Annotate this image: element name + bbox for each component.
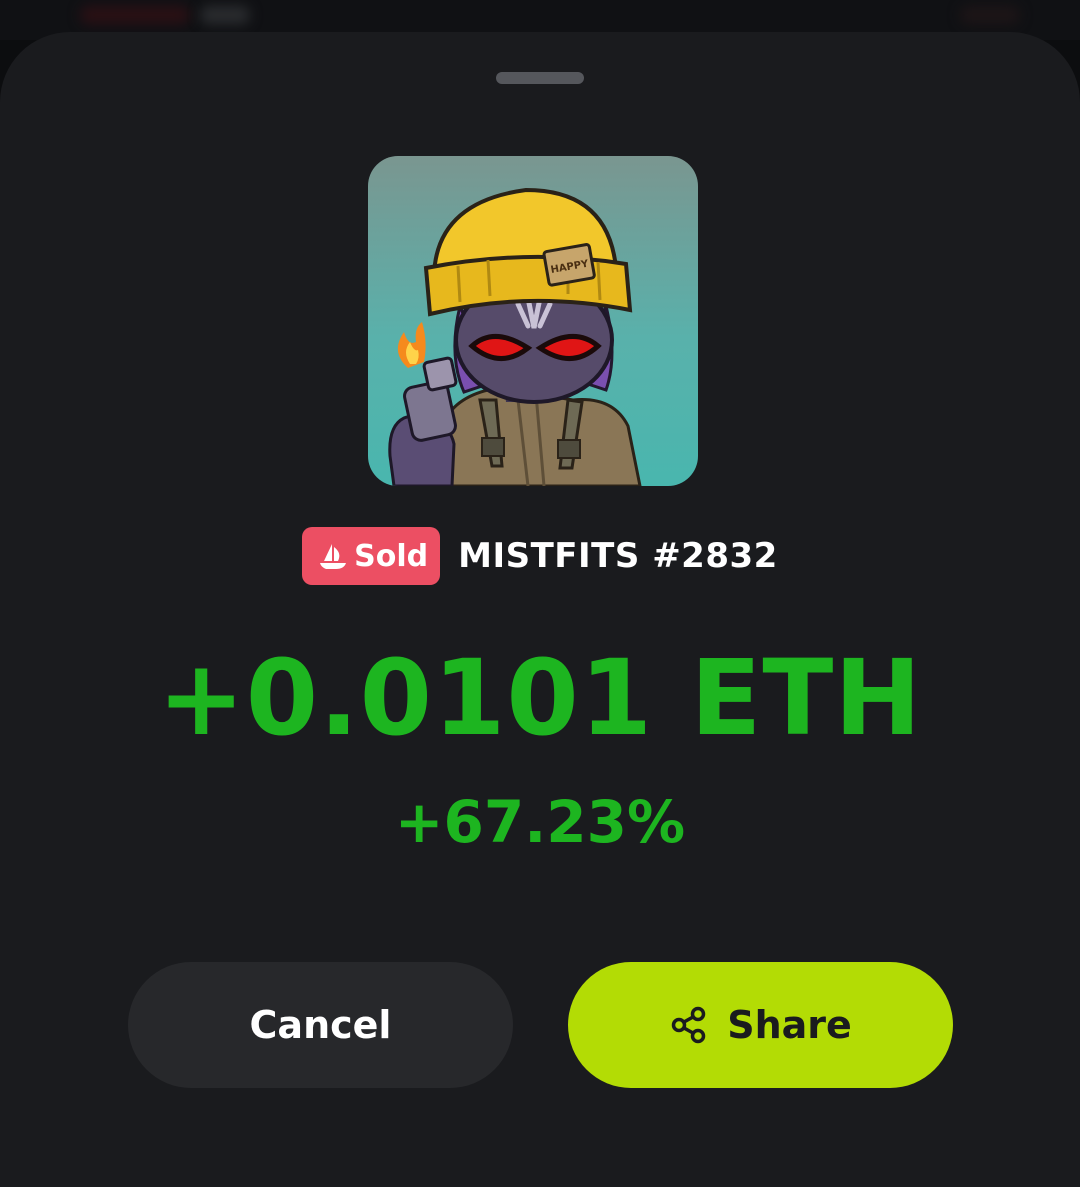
profit-percent: +67.23% <box>394 788 686 856</box>
opensea-ship-icon <box>320 544 347 569</box>
status-badge-label: Sold <box>354 538 429 574</box>
cancel-button-label: Cancel <box>249 1003 392 1047</box>
status-badge: Sold <box>302 527 441 585</box>
nft-thumbnail: HAPPY <box>368 156 698 486</box>
nft-title-row: Sold MISTFITS #2832 <box>0 527 1080 585</box>
blurred-header-item <box>960 6 1020 24</box>
blurred-header-item <box>80 6 190 24</box>
blurred-header-item <box>200 6 250 24</box>
sheet-drag-handle[interactable] <box>496 72 584 84</box>
share-bottom-sheet: HAPPY Sold MISTFITS #2832 +0.0101 ETH +6… <box>0 32 1080 1187</box>
profit-eth-amount: +0.0101 ETH <box>157 637 923 759</box>
nft-name: MISTFITS #2832 <box>458 536 778 576</box>
share-button[interactable]: Share <box>568 962 953 1088</box>
cancel-button[interactable]: Cancel <box>128 962 513 1088</box>
share-button-label: Share <box>727 1003 852 1047</box>
share-icon <box>671 1006 706 1044</box>
nft-artwork-illustration: HAPPY <box>388 187 642 486</box>
